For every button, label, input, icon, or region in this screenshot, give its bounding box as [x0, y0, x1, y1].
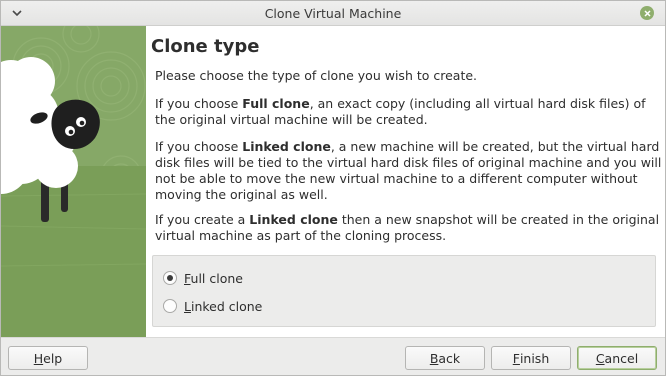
- back-button[interactable]: Back: [405, 346, 485, 370]
- title-bar: Clone Virtual Machine: [1, 1, 665, 26]
- clone-type-options: Full clone Linked clone: [152, 255, 656, 327]
- snapshot-description: If you create a Linked clone then a new …: [155, 212, 665, 244]
- intro-text: Please choose the type of clone you wish…: [155, 68, 478, 83]
- finish-button[interactable]: Finish: [491, 346, 571, 370]
- wizard-sheep-illustration: [1, 26, 146, 337]
- linked-clone-desc-bold: Linked clone: [242, 139, 331, 154]
- linked-clone-label: Linked clone: [184, 298, 263, 314]
- window-title: Clone Virtual Machine: [264, 6, 402, 21]
- radio-selected-icon[interactable]: [163, 271, 177, 285]
- radio-unselected-icon[interactable]: [163, 299, 177, 313]
- help-button[interactable]: Help: [8, 346, 88, 370]
- button-bar: Help Back Finish Cancel: [1, 337, 665, 375]
- cancel-button[interactable]: Cancel: [577, 346, 657, 370]
- close-button[interactable]: [640, 6, 654, 20]
- snapshot-desc-bold: Linked clone: [249, 212, 338, 227]
- full-clone-radio[interactable]: Full clone: [163, 269, 243, 287]
- full-clone-description: If you choose Full clone, an exact copy …: [155, 96, 665, 128]
- full-clone-label: Full clone: [184, 270, 243, 286]
- full-clone-desc-before: If you choose: [155, 96, 243, 111]
- full-clone-desc-bold: Full clone: [242, 96, 310, 111]
- linked-clone-desc-before: If you choose: [155, 139, 243, 154]
- close-icon: [643, 9, 651, 17]
- linked-clone-radio[interactable]: Linked clone: [163, 297, 262, 315]
- snapshot-desc-before: If you create a: [155, 212, 250, 227]
- clone-vm-dialog: Clone Virtual Machine Clone type Please …: [0, 0, 666, 376]
- page-heading: Clone type: [151, 36, 260, 57]
- linked-clone-description: If you choose Linked clone, a new machin…: [155, 139, 665, 203]
- wizard-content: Clone type Please choose the type of clo…: [146, 26, 665, 337]
